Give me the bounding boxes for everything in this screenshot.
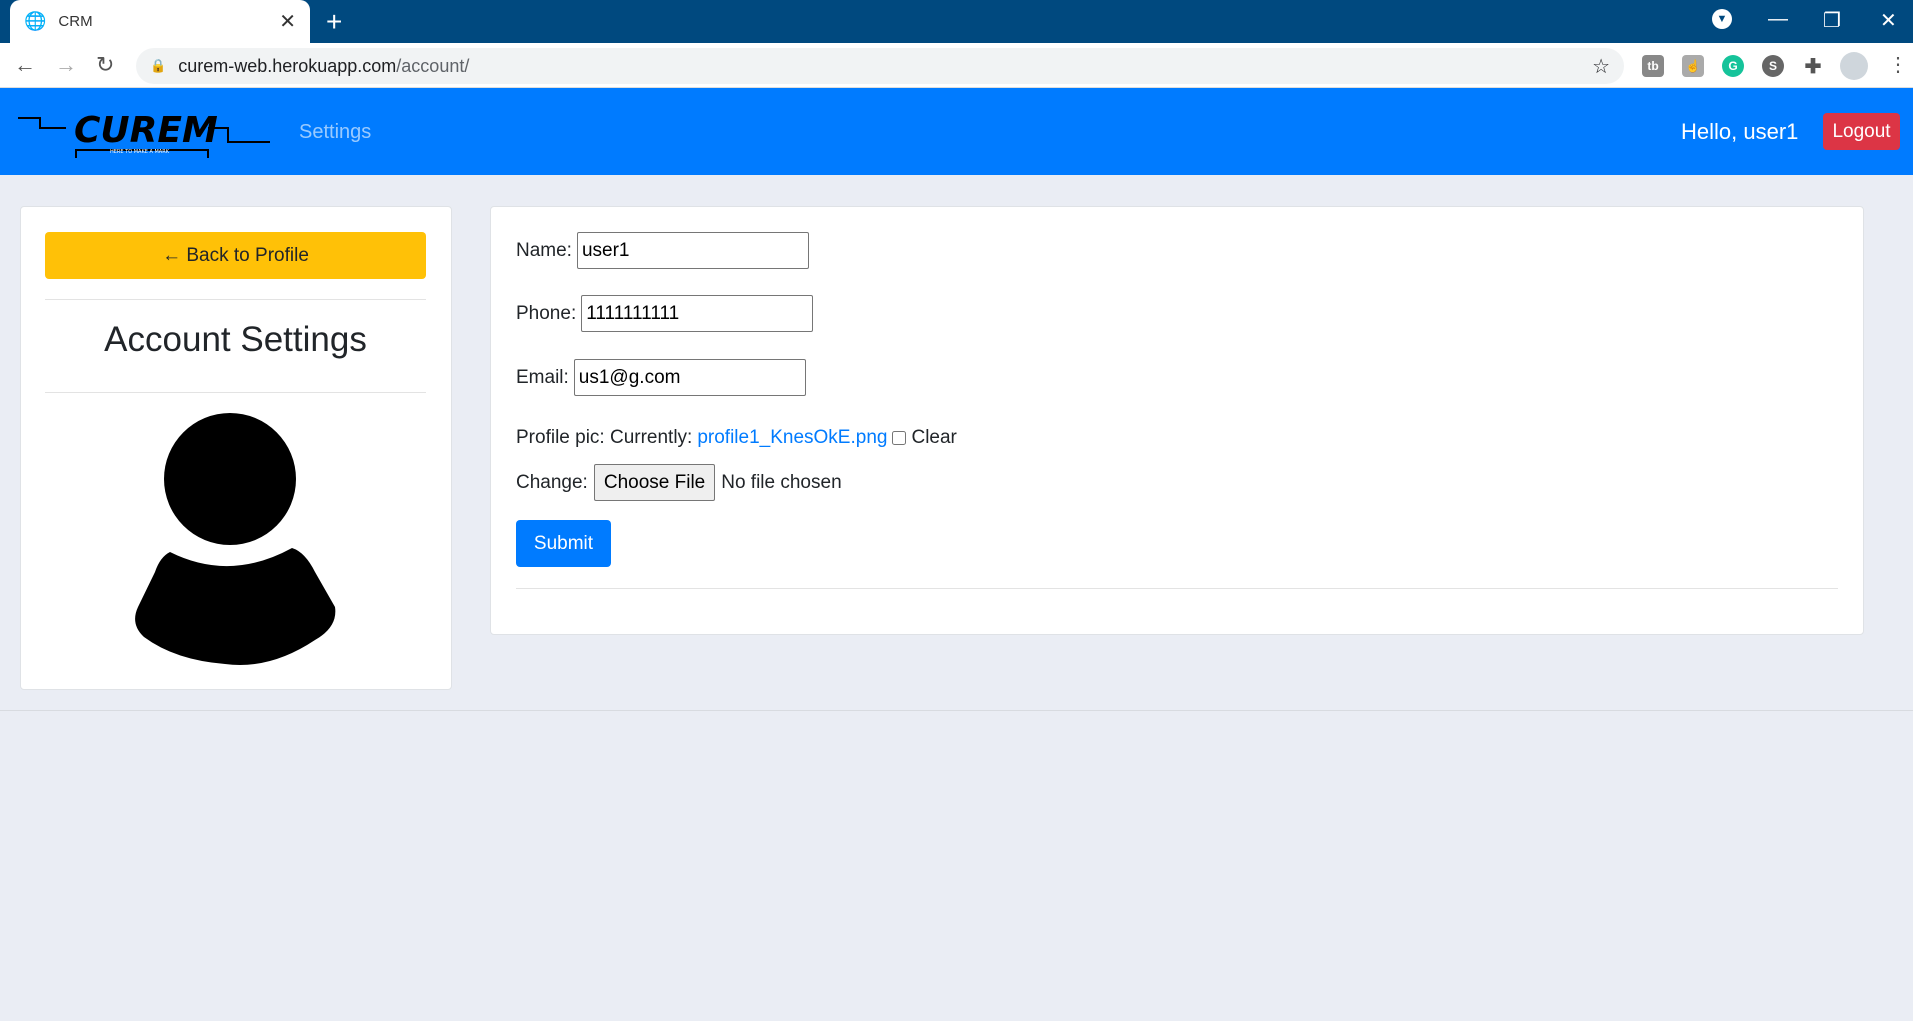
new-tab-button[interactable]: + [326,6,342,38]
page-title: Account Settings [104,320,367,359]
back-nav-icon[interactable]: ← [14,52,36,78]
curem-logo[interactable]: CUREM HERE TO MAKE A MARK [18,104,270,160]
submit-button[interactable]: Submit [516,520,611,567]
minimize-icon[interactable]: — [1768,8,1788,31]
name-input[interactable] [576,232,809,269]
url-path: /account/ [396,55,470,76]
url-host: curem-web.herokuapp.com [178,55,397,76]
close-window-icon[interactable]: ✕ [1880,8,1897,33]
divider [516,588,1838,589]
browser-tab[interactable]: 🌐 CRM ✕ [10,0,310,43]
menu-icon[interactable]: ⋮ [1888,52,1908,77]
profile-pic-label: Profile pic: Currently: [516,427,693,448]
svg-text:CUREM: CUREM [74,110,218,151]
star-icon[interactable]: ☆ [1592,54,1610,79]
clear-checkbox[interactable] [892,431,907,445]
tubebuddy-icon[interactable]: tb [1642,55,1664,77]
divider [45,299,426,300]
grammarly-icon[interactable]: G [1722,55,1744,77]
touch-icon[interactable]: ☝ [1682,55,1704,77]
profile-avatar[interactable] [1840,52,1868,80]
change-label: Change: [516,471,588,493]
s-extension-icon[interactable]: S [1762,55,1784,77]
forward-nav-icon[interactable]: → [55,52,77,78]
email-input[interactable] [573,359,806,396]
tab-search-icon[interactable]: ▼ [1712,9,1732,29]
divider [45,392,426,393]
address-bar[interactable]: 🔒 curem-web.herokuapp.com/account/ ☆ [136,48,1624,84]
tab-title: CRM [58,13,93,30]
profile-picture [135,413,336,665]
back-to-profile-button[interactable]: ← Back to Profile [45,232,426,279]
choose-file-button[interactable]: Choose File [593,464,716,501]
restore-icon[interactable]: ❐ [1823,8,1841,33]
current-pic-link[interactable]: profile1_KnesOkE.png [697,427,887,449]
navbar [0,88,1913,175]
account-form-card [490,206,1864,635]
email-label: Email: [516,366,569,388]
name-label: Name: [516,239,572,261]
phone-input[interactable] [581,295,814,332]
no-file-text: No file chosen [721,471,842,493]
close-tab-icon[interactable]: ✕ [279,9,296,34]
phone-label: Phone: [516,302,577,324]
lock-icon: 🔒 [150,58,167,73]
reload-icon[interactable]: ↻ [96,52,114,78]
greeting: Hello, user1 [1681,119,1799,144]
globe-icon: 🌐 [24,11,47,31]
footer-divider [0,710,1913,711]
clear-label: Clear [911,427,957,448]
puzzle-icon[interactable]: ✚ [1802,55,1824,78]
nav-settings-link[interactable]: Settings [299,121,371,144]
logout-button[interactable]: Logout [1823,113,1900,150]
svg-text:HERE TO MAKE A MARK: HERE TO MAKE A MARK [110,149,170,155]
